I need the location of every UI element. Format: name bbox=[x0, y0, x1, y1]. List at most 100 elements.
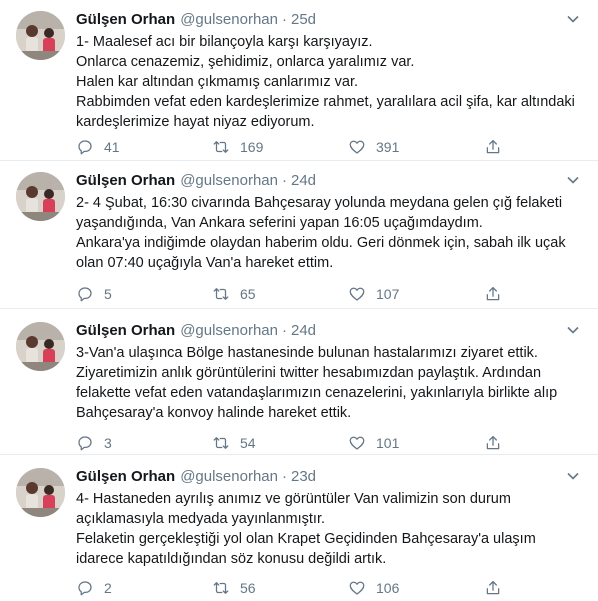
author-handle[interactable]: @gulsenorhan bbox=[180, 468, 278, 485]
avatar[interactable] bbox=[16, 468, 65, 517]
reply-button[interactable]: 2 bbox=[76, 579, 212, 597]
like-count: 106 bbox=[376, 580, 400, 596]
author-name[interactable]: Gülşen Orhan bbox=[76, 468, 175, 485]
tweet-text-line: Bahçesaray'a konvoy halinde hareket etti… bbox=[76, 405, 352, 421]
tweet[interactable]: Gülşen Orhan @gulsenorhan · 23d 4- Hasta… bbox=[0, 455, 598, 601]
tweet-text-line: 1- Maalesef acı bir bilançoyla karşı kar… bbox=[76, 34, 373, 50]
tweet-text: 1- Maalesef acı bir bilançoyla karşı kar… bbox=[76, 32, 582, 132]
reply-button[interactable]: 5 bbox=[76, 285, 212, 303]
tweet-actions: 2 56 106 bbox=[76, 578, 516, 598]
reply-count: 5 bbox=[104, 286, 112, 302]
tweet-text-line: olan 07:40 uçağıyla Van'a hareket ettim. bbox=[76, 255, 334, 271]
retweet-button[interactable]: 169 bbox=[212, 138, 348, 156]
reply-button[interactable]: 41 bbox=[76, 138, 212, 156]
tweet-actions: 5 65 107 bbox=[76, 284, 516, 304]
tweet-timestamp[interactable]: 24d bbox=[291, 172, 316, 189]
author-name[interactable]: Gülşen Orhan bbox=[76, 172, 175, 189]
tweet-text-line: Halen kar altından çıkmamış canlarımız v… bbox=[76, 74, 359, 90]
tweet-timeline: Gülşen Orhan @gulsenorhan · 25d 1- Maale… bbox=[0, 0, 598, 601]
share-button[interactable] bbox=[484, 434, 512, 452]
tweet[interactable]: Gülşen Orhan @gulsenorhan · 25d 1- Maale… bbox=[0, 0, 598, 161]
tweet-header: Gülşen Orhan @gulsenorhan · 23d bbox=[76, 468, 582, 488]
share-icon bbox=[486, 139, 500, 154]
retweet-button[interactable]: 56 bbox=[212, 579, 348, 597]
tweet-text-line: Ziyaretimizin anlık görüntülerini twitte… bbox=[76, 365, 542, 381]
share-icon bbox=[486, 286, 500, 301]
chevron-down-icon[interactable] bbox=[566, 173, 580, 187]
author-name[interactable]: Gülşen Orhan bbox=[76, 11, 175, 28]
tweet-text-line: Felaketin gerçekleştiği yol olan Krapet … bbox=[76, 531, 536, 547]
tweet-text-line: 4- Hastaneden ayrılış anımız ve görüntül… bbox=[76, 491, 511, 507]
heart-icon bbox=[349, 140, 365, 154]
like-button[interactable]: 101 bbox=[348, 434, 484, 452]
tweet-text-line: Rabbimden vefat eden kardeşlerimize rahm… bbox=[76, 94, 575, 110]
tweet-text: 4- Hastaneden ayrılış anımız ve görüntül… bbox=[76, 489, 582, 569]
share-button[interactable] bbox=[484, 579, 512, 597]
retweet-button[interactable]: 54 bbox=[212, 434, 348, 452]
tweet-text-line: açıklamasıyla medyada yayınlanmıştır. bbox=[76, 511, 326, 527]
tweet-header: Gülşen Orhan @gulsenorhan · 24d bbox=[76, 322, 582, 342]
tweet-text-line: yaşandığında, Van Ankara seferini yapan … bbox=[76, 215, 483, 231]
heart-icon bbox=[349, 287, 365, 301]
author-handle[interactable]: @gulsenorhan bbox=[180, 322, 278, 339]
retweet-count: 56 bbox=[240, 580, 256, 596]
chevron-down-icon[interactable] bbox=[566, 323, 580, 337]
like-count: 107 bbox=[376, 286, 400, 302]
tweet-text-line: 2- 4 Şubat, 16:30 civarında Bahçesaray y… bbox=[76, 195, 563, 211]
tweet-text-line: 3-Van'a ulaşınca Bölge hastanesinde bulu… bbox=[76, 345, 538, 361]
like-button[interactable]: 107 bbox=[348, 285, 484, 303]
author-name[interactable]: Gülşen Orhan bbox=[76, 322, 175, 339]
reply-icon bbox=[78, 436, 92, 451]
tweet-header: Gülşen Orhan @gulsenorhan · 24d bbox=[76, 172, 582, 192]
reply-icon bbox=[78, 287, 92, 302]
share-icon bbox=[486, 580, 500, 595]
retweet-button[interactable]: 65 bbox=[212, 285, 348, 303]
share-button[interactable] bbox=[484, 285, 512, 303]
author-handle[interactable]: @gulsenorhan bbox=[180, 172, 278, 189]
tweet-text-line: Onlarca cenazemiz, şehidimiz, onlarca ya… bbox=[76, 54, 415, 70]
reply-count: 3 bbox=[104, 435, 112, 451]
like-count: 391 bbox=[376, 139, 400, 155]
tweet-text-line: idarece kapatıldığından söz konusu değil… bbox=[76, 551, 387, 567]
separator-dot: · bbox=[281, 172, 287, 189]
retweet-icon bbox=[213, 437, 229, 449]
tweet-text: 2- 4 Şubat, 16:30 civarında Bahçesaray y… bbox=[76, 193, 582, 273]
avatar[interactable] bbox=[16, 172, 65, 221]
heart-icon bbox=[349, 436, 365, 450]
reply-icon bbox=[78, 140, 92, 155]
tweet-timestamp[interactable]: 24d bbox=[291, 322, 316, 339]
avatar[interactable] bbox=[16, 11, 65, 60]
reply-icon bbox=[78, 581, 92, 596]
tweet-actions: 41 169 391 bbox=[76, 137, 516, 157]
heart-icon bbox=[349, 581, 365, 595]
retweet-icon bbox=[213, 288, 229, 300]
like-count: 101 bbox=[376, 435, 400, 451]
tweet-actions: 3 54 101 bbox=[76, 433, 516, 453]
separator-dot: · bbox=[281, 11, 287, 28]
chevron-down-icon[interactable] bbox=[566, 469, 580, 483]
like-button[interactable]: 106 bbox=[348, 579, 484, 597]
author-handle[interactable]: @gulsenorhan bbox=[180, 11, 278, 28]
separator-dot: · bbox=[281, 322, 287, 339]
share-icon bbox=[486, 435, 500, 450]
retweet-count: 169 bbox=[240, 139, 264, 155]
like-button[interactable]: 391 bbox=[348, 138, 484, 156]
avatar[interactable] bbox=[16, 322, 65, 371]
tweet-timestamp[interactable]: 25d bbox=[291, 11, 316, 28]
tweet-timestamp[interactable]: 23d bbox=[291, 468, 316, 485]
reply-button[interactable]: 3 bbox=[76, 434, 212, 452]
retweet-icon bbox=[213, 141, 229, 153]
reply-count: 2 bbox=[104, 580, 112, 596]
chevron-down-icon[interactable] bbox=[566, 12, 580, 26]
reply-count: 41 bbox=[104, 139, 120, 155]
share-button[interactable] bbox=[484, 138, 512, 156]
tweet-text-line: felakette vefat eden vatandaşlarımızın c… bbox=[76, 385, 558, 401]
retweet-count: 65 bbox=[240, 286, 256, 302]
tweet-header: Gülşen Orhan @gulsenorhan · 25d bbox=[76, 11, 582, 31]
tweet-text-line: kardeşlerimize hayat niyaz ediyorum. bbox=[76, 114, 315, 130]
tweet-text: 3-Van'a ulaşınca Bölge hastanesinde bulu… bbox=[76, 343, 582, 423]
tweet-text-line: Ankara'ya indiğimde olaydan haberim oldu… bbox=[76, 235, 566, 251]
tweet[interactable]: Gülşen Orhan @gulsenorhan · 24d 2- 4 Şub… bbox=[0, 161, 598, 309]
tweet[interactable]: Gülşen Orhan @gulsenorhan · 24d 3-Van'a … bbox=[0, 309, 598, 455]
retweet-icon bbox=[213, 582, 229, 594]
